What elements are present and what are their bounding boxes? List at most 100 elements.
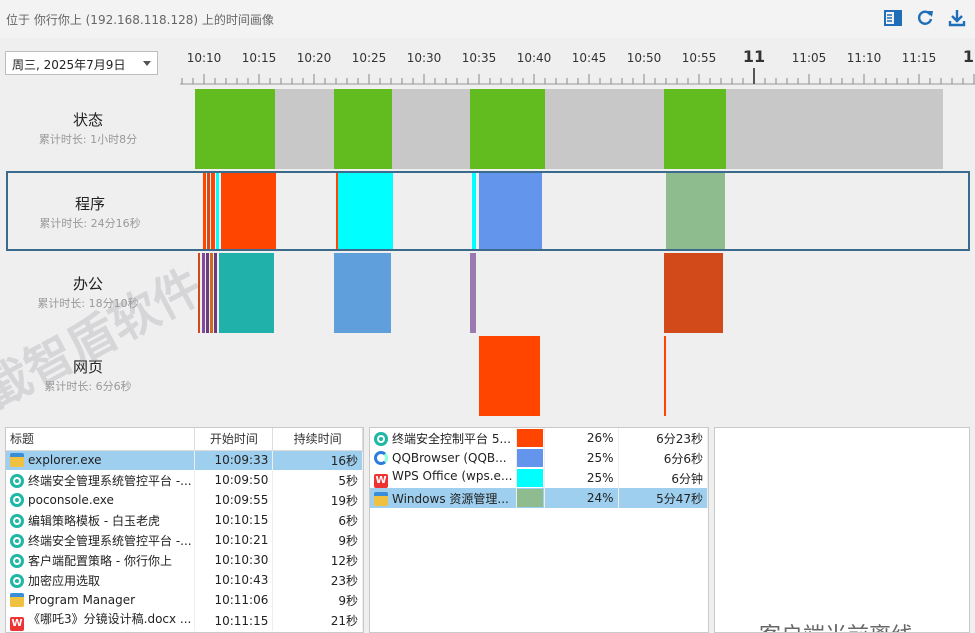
timeline-segment[interactable] [337, 173, 393, 249]
panel-toggle-icon[interactable] [883, 8, 903, 28]
shield-app-icon [10, 553, 24, 568]
cell-title: 终端安全管理系统管控平台 -... [6, 470, 196, 490]
ruler-tick-label: 11:15 [901, 51, 937, 65]
timeline-segment[interactable] [201, 253, 205, 333]
row-name: 程序 [74, 195, 105, 213]
timeline-segment[interactable] [391, 89, 470, 169]
table-row[interactable]: 终端安全管理系统管控平台 -... 10:10:21 9秒 [6, 530, 363, 550]
timeline-segment[interactable] [206, 253, 210, 333]
timeline-segment[interactable] [333, 253, 391, 333]
timeline-segment[interactable] [470, 89, 545, 169]
ruler-tick-label: 11 [742, 47, 766, 66]
table-row[interactable]: W 《哪吒3》分镜设计稿.docx ... 10:11:15 21秒 [6, 610, 363, 631]
program-duration: 6分23秒 [618, 428, 708, 448]
timeline-segment[interactable] [544, 89, 664, 169]
timeline-segment[interactable] [215, 173, 219, 249]
refresh-icon[interactable] [915, 8, 935, 28]
folder-icon [374, 491, 388, 506]
cell-start: 10:09:55 [194, 490, 274, 510]
timeline-segment[interactable] [665, 173, 725, 249]
timeline-segment[interactable] [213, 253, 217, 333]
list-item[interactable]: QQBrowser (QQB... 25% 6分6秒 [370, 448, 708, 468]
date-select[interactable]: 周三, 2025年7月9日 [5, 51, 158, 75]
table-row[interactable]: 加密应用选取 10:10:43 23秒 [6, 570, 363, 590]
table-row[interactable]: explorer.exe 10:09:33 16秒 [6, 450, 363, 470]
client-status-panel: 客户端当前离线 [714, 427, 970, 633]
program-name: QQBrowser (QQB... [370, 448, 517, 468]
program-name: W WPS Office (wps.e... [370, 468, 517, 488]
events-table-panel: 标题 开始时间 持续时间 explorer.exe 10:09:33 16秒 终端安全… [5, 427, 364, 633]
events-table-header: 标题 开始时间 持续时间 [6, 428, 363, 451]
table-row[interactable]: Program Manager 10:11:06 9秒 [6, 590, 363, 610]
row-label: 办公 累计时长: 18分10秒 [6, 253, 194, 333]
timeline-segment[interactable] [221, 173, 277, 249]
cell-start: 10:11:15 [194, 610, 274, 631]
timeline-segment[interactable] [663, 336, 666, 416]
program-duration: 5分47秒 [618, 488, 708, 508]
timeline-segment[interactable] [726, 89, 943, 169]
events-table: 标题 开始时间 持续时间 explorer.exe 10:09:33 16秒 终端安全… [6, 428, 363, 631]
timeline-segment[interactable] [478, 336, 541, 416]
ruler-tick-label: 10:50 [626, 51, 662, 65]
cell-start: 10:09:50 [194, 470, 274, 490]
timeline-segment[interactable] [333, 89, 392, 169]
ruler-tick-label: 10:20 [296, 51, 332, 65]
shield-app-icon [374, 431, 388, 446]
cell-duration: 19秒 [272, 490, 363, 510]
program-name-text: WPS Office (wps.e... [392, 468, 513, 483]
table-row[interactable]: 客户端配置策略 - 你行你上 10:10:30 12秒 [6, 550, 363, 570]
shield-app-icon [10, 493, 24, 507]
program-duration: 6分钟 [618, 468, 708, 488]
timeline-row-office[interactable]: 办公 累计时长: 18分10秒 [6, 253, 970, 333]
cell-title: explorer.exe [6, 450, 196, 470]
cell-title: Program Manager [6, 590, 196, 610]
ruler-tick-label: 10:55 [681, 51, 717, 65]
cell-start: 10:10:30 [194, 550, 274, 570]
list-item[interactable]: 终端安全控制平台 5... 26% 6分23秒 [370, 428, 708, 448]
table-row[interactable]: poconsole.exe 10:09:55 19秒 [6, 490, 363, 510]
ruler-tick-label: 10:45 [571, 51, 607, 65]
folder-icon [10, 593, 24, 607]
column-header-title[interactable]: 标题 [6, 428, 196, 451]
timeline-row-status[interactable]: 状态 累计时长: 1小时8分 [6, 89, 970, 169]
row-name: 状态 [72, 111, 103, 129]
timeline-segment[interactable] [275, 89, 334, 169]
row-track [195, 253, 970, 333]
timeline-row-web[interactable]: 网页 累计时长: 6分6秒 [6, 336, 970, 416]
cell-title-text: 《哪吒3》分镜设计稿.docx ... [28, 612, 192, 626]
program-duration: 6分6秒 [618, 448, 708, 468]
cell-start: 10:11:06 [194, 590, 274, 610]
cell-title-text: 加密应用选取 [28, 573, 101, 588]
list-item[interactable]: Windows 资源管理... 24% 5分47秒 [370, 488, 708, 508]
cell-title-text: Program Manager [28, 593, 136, 607]
shield-app-icon [10, 513, 24, 528]
column-header-duration[interactable]: 持续时间 [272, 428, 363, 451]
timeline-segment[interactable] [472, 173, 477, 249]
timeline-segment[interactable] [211, 173, 215, 249]
timeline-row-program[interactable]: 程序 累计时长: 24分16秒 [6, 171, 970, 251]
color-swatch-cell [516, 428, 545, 448]
top-bar: 位于 你行你上 (192.168.118.128) 上的时间画像 [0, 0, 975, 38]
timeline-segment[interactable] [219, 253, 275, 333]
cell-title-text: explorer.exe [28, 453, 102, 468]
timeline-segment[interactable] [198, 253, 201, 333]
timeline-segment[interactable] [195, 89, 276, 169]
cell-duration: 9秒 [272, 530, 363, 550]
timeline-segment[interactable] [470, 253, 476, 333]
timeline-segment[interactable] [210, 253, 213, 333]
shield-app-icon [10, 473, 24, 488]
cell-start: 10:10:43 [194, 570, 274, 590]
table-row[interactable]: 终端安全管理系统管控平台 -... 10:09:50 5秒 [6, 470, 363, 490]
list-item[interactable]: W WPS Office (wps.e... 25% 6分钟 [370, 468, 708, 488]
table-row[interactable]: 编辑策略模板 - 白玉老虎 10:10:15 6秒 [6, 510, 363, 530]
download-icon[interactable] [947, 8, 967, 28]
timeline-segment[interactable] [206, 173, 211, 249]
timeline-segment[interactable] [202, 173, 206, 249]
programs-table: 终端安全控制平台 5... 26% 6分23秒 QQBrowser (QQB... 25… [370, 428, 708, 508]
timeline-segment[interactable] [663, 253, 723, 333]
program-percent: 25% [544, 448, 619, 468]
programs-panel: 终端安全控制平台 5... 26% 6分23秒 QQBrowser (QQB... 25… [369, 427, 709, 633]
timeline-segment[interactable] [663, 89, 727, 169]
timeline-segment[interactable] [478, 173, 543, 249]
column-header-start[interactable]: 开始时间 [194, 428, 274, 451]
